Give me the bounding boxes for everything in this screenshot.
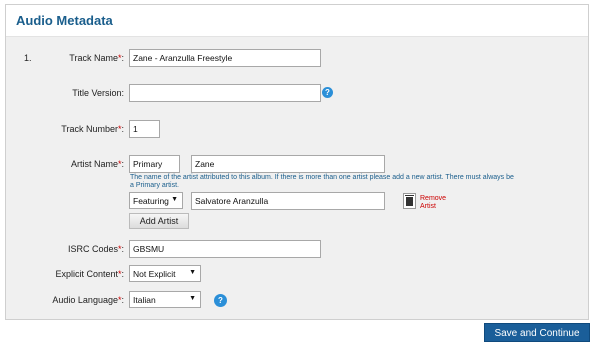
- isrc-codes-input[interactable]: GBSMU: [129, 240, 321, 258]
- featuring-role-select[interactable]: Featuring ▼: [129, 192, 183, 209]
- title-version-input[interactable]: [129, 84, 321, 102]
- chevron-down-icon: ▼: [171, 196, 178, 203]
- featuring-artist-input[interactable]: Salvatore Aranzulla: [191, 192, 385, 210]
- track-name-input[interactable]: Zane - Aranzulla Freestyle: [129, 49, 321, 67]
- add-artist-button[interactable]: Add Artist: [129, 213, 189, 229]
- save-and-continue-button[interactable]: Save and Continue: [484, 323, 590, 342]
- explicit-content-select[interactable]: Not Explicit ▼: [129, 265, 201, 282]
- remove-artist-link[interactable]: Remove Artist: [420, 195, 450, 211]
- primary-artist-input[interactable]: Zane: [191, 155, 385, 173]
- title-version-label: Title Version:: [72, 88, 124, 98]
- chevron-down-icon: ▼: [189, 295, 196, 302]
- isrc-codes-label: ISRC Codes*:: [67, 244, 124, 254]
- track-number-label: Track Number*:: [61, 124, 124, 134]
- chevron-down-icon: ▼: [189, 269, 196, 276]
- primary-role-field[interactable]: Primary: [129, 155, 180, 173]
- explicit-content-label: Explicit Content*:: [55, 269, 124, 279]
- audio-language-select[interactable]: Italian ▼: [129, 291, 201, 308]
- panel-header: Audio Metadata: [6, 5, 588, 37]
- track-number-input[interactable]: 1: [129, 120, 160, 138]
- row-number: 1.: [24, 53, 32, 63]
- help-icon[interactable]: ?: [322, 87, 333, 98]
- artist-name-label: Artist Name*:: [70, 159, 124, 169]
- trash-icon[interactable]: [403, 193, 416, 209]
- artist-name-hint: The name of the artist attributed to thi…: [130, 174, 514, 189]
- audio-language-label: Audio Language*:: [52, 295, 124, 305]
- help-icon[interactable]: ?: [214, 294, 227, 307]
- track-name-label: Track Name*:: [69, 53, 124, 63]
- panel-title: Audio Metadata: [16, 13, 113, 28]
